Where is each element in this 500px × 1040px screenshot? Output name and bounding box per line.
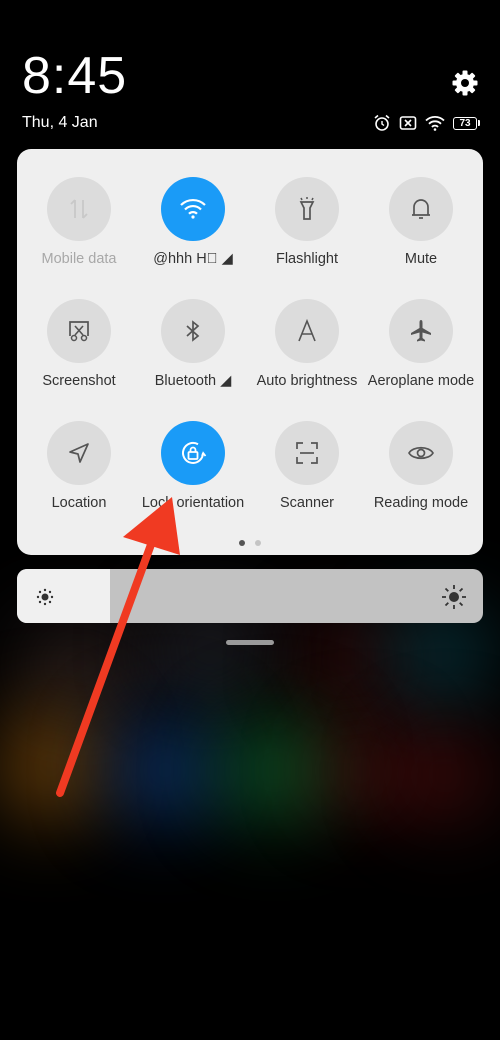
auto-brightness-icon bbox=[275, 299, 339, 363]
tile-wifi[interactable]: @hhh H⃝ ◢ bbox=[136, 149, 250, 267]
tile-flashlight[interactable]: Flashlight bbox=[250, 149, 364, 267]
brightness-fill bbox=[17, 569, 110, 623]
tile-label: Mobile data bbox=[41, 251, 117, 267]
tile-scanner[interactable]: Scanner bbox=[250, 393, 364, 511]
eye-icon bbox=[389, 421, 453, 485]
tile-label: Screenshot bbox=[42, 373, 116, 389]
wifi-icon bbox=[161, 177, 225, 241]
battery-level: 73 bbox=[453, 116, 477, 130]
tile-label: @hhh H⃝ ◢ bbox=[153, 251, 233, 267]
settings-gear-icon[interactable] bbox=[450, 68, 480, 98]
wifi-status-icon bbox=[425, 116, 445, 131]
tile-label: Location bbox=[51, 495, 107, 511]
system-status-icons: 73 bbox=[373, 113, 480, 133]
tile-label: Bluetooth ◢ bbox=[154, 373, 232, 389]
airplane-icon bbox=[389, 299, 453, 363]
tile-mobile-data[interactable]: Mobile data bbox=[22, 149, 136, 267]
screenshot-icon bbox=[47, 299, 111, 363]
drag-handle[interactable] bbox=[226, 640, 274, 645]
tile-lock-orientation[interactable]: Lock orientation bbox=[136, 393, 250, 511]
battery-icon: 73 bbox=[453, 116, 480, 130]
tile-aeroplane-mode[interactable]: Aeroplane mode bbox=[364, 271, 478, 389]
tile-label: Flashlight bbox=[275, 251, 339, 267]
tile-auto-brightness[interactable]: Auto brightness bbox=[250, 271, 364, 389]
brightness-low-icon bbox=[36, 588, 54, 606]
no-sim-icon bbox=[399, 116, 417, 130]
tile-label: Scanner bbox=[279, 495, 334, 511]
page-dot-active bbox=[239, 540, 245, 546]
tile-label: Lock orientation bbox=[141, 495, 245, 511]
tile-location[interactable]: Location bbox=[22, 393, 136, 511]
bell-icon bbox=[389, 177, 453, 241]
status-area: 8:45 Thu, 4 Jan 73 bbox=[0, 0, 500, 140]
tile-reading-mode[interactable]: Reading mode bbox=[364, 393, 478, 511]
tile-bluetooth[interactable]: Bluetooth ◢ bbox=[136, 271, 250, 389]
tile-label: Mute bbox=[404, 251, 438, 267]
location-icon bbox=[47, 421, 111, 485]
date: Thu, 4 Jan bbox=[22, 114, 98, 131]
tile-screenshot[interactable]: Screenshot bbox=[22, 271, 136, 389]
alarm-icon bbox=[374, 114, 390, 131]
quick-settings-panel: Mobile data @hhh H⃝ ◢ Flashlight Mute Sc… bbox=[17, 149, 483, 555]
tile-mute[interactable]: Mute bbox=[364, 149, 478, 267]
scanner-icon bbox=[275, 421, 339, 485]
brightness-slider[interactable] bbox=[17, 569, 483, 623]
bluetooth-icon bbox=[161, 299, 225, 363]
page-dot bbox=[255, 540, 261, 546]
tile-label: Reading mode bbox=[373, 495, 469, 511]
tile-label: Auto brightness bbox=[256, 373, 358, 389]
brightness-high-icon bbox=[442, 585, 466, 609]
clock: 8:45 bbox=[22, 47, 128, 105]
flashlight-icon bbox=[275, 177, 339, 241]
rotation-lock-icon bbox=[161, 421, 225, 485]
tile-label: Aeroplane mode bbox=[367, 373, 475, 389]
page-indicator bbox=[17, 540, 483, 546]
mobile-data-icon bbox=[47, 177, 111, 241]
